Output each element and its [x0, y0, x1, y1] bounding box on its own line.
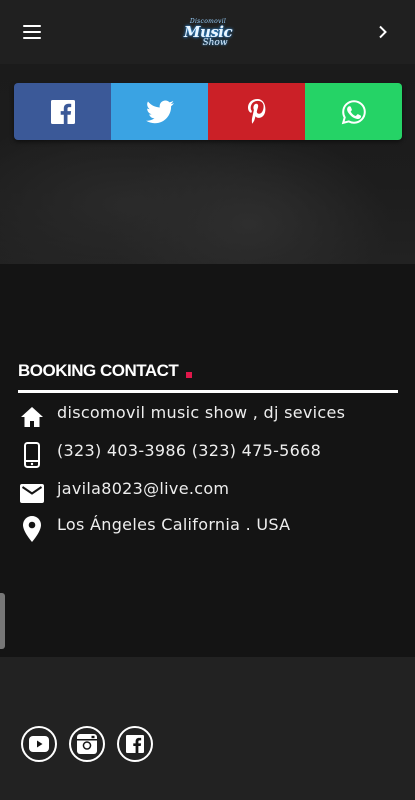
footer [0, 657, 415, 800]
facebook-link[interactable] [117, 726, 153, 762]
share-pinterest-button[interactable] [208, 83, 305, 140]
section-divider [18, 390, 398, 393]
email-icon [18, 479, 46, 507]
chevron-right-icon [379, 25, 387, 39]
facebook-icon [126, 735, 144, 753]
section-title: BOOKING CONTACT [18, 361, 179, 380]
menu-button[interactable] [0, 0, 64, 64]
share-whatsapp-button[interactable] [305, 83, 402, 140]
pinterest-icon [247, 98, 265, 124]
share-bar [14, 83, 402, 140]
contact-name-text: discomovil music show , dj sevices [57, 403, 346, 422]
instagram-link[interactable] [69, 726, 105, 762]
share-twitter-button[interactable] [111, 83, 208, 140]
contact-item-email[interactable]: javila8023@live.com [18, 479, 398, 507]
location-pin-icon [18, 515, 46, 543]
section-header: BOOKING CONTACT [18, 358, 398, 384]
share-facebook-button[interactable] [14, 83, 111, 140]
contact-item-phone[interactable]: (323) 403-3986 (323) 475-5668 [18, 441, 398, 469]
next-button[interactable] [351, 0, 415, 64]
contact-item-location[interactable]: Los Ángeles California . USA [18, 515, 398, 543]
hamburger-menu-icon [23, 25, 41, 39]
twitter-icon [145, 99, 174, 123]
whatsapp-icon [341, 99, 366, 124]
contact-phone-text: (323) 403-3986 (323) 475-5668 [57, 441, 322, 460]
facebook-icon [50, 99, 75, 124]
accent-square [186, 371, 193, 378]
contact-item-name: discomovil music show , dj sevices [18, 403, 398, 431]
side-drawer-handle[interactable] [0, 593, 5, 649]
home-icon [18, 403, 46, 431]
phone-icon [18, 441, 46, 469]
booking-contact-section: BOOKING CONTACT [18, 358, 398, 393]
logo-line-3: Show [202, 37, 228, 48]
instagram-icon [77, 734, 97, 754]
youtube-icon [29, 736, 49, 752]
app-logo[interactable]: Discomovil Music Show [178, 16, 238, 50]
contact-email-text: javila8023@live.com [57, 479, 230, 498]
youtube-link[interactable] [21, 726, 57, 762]
contact-location-text: Los Ángeles California . USA [57, 515, 291, 534]
